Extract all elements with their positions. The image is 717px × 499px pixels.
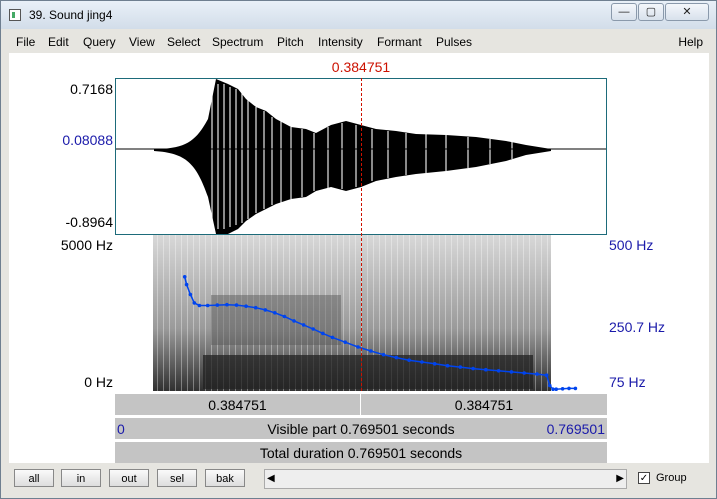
pitch-point: [301, 323, 306, 327]
pitch-point: [205, 303, 210, 308]
menu-bar: File Edit Query View Select Spectrum Pit…: [9, 33, 709, 51]
pitch-point: [560, 387, 565, 391]
menu-intensity[interactable]: Intensity: [318, 35, 363, 49]
menu-query[interactable]: Query: [83, 35, 116, 49]
pitch-point: [381, 352, 386, 357]
waveform-ymin-label: -0.8964: [65, 214, 113, 230]
pitch-point: [471, 366, 475, 371]
scroll-left-icon[interactable]: ◀: [267, 473, 275, 484]
menu-file[interactable]: File: [16, 35, 35, 49]
total-duration-bar[interactable]: Total duration 0.769501 seconds: [115, 441, 607, 463]
pitch-point: [420, 360, 424, 364]
out-button[interactable]: out: [109, 469, 149, 487]
cursor-time-label: 0.384751: [331, 59, 391, 75]
praat-sound-window: 39. Sound jing4 — ▢ ✕ File Edit Query Vi…: [0, 0, 717, 499]
pitch-point: [225, 302, 229, 307]
pitch-point: [369, 349, 373, 353]
title-bar: 39. Sound jing4 — ▢ ✕: [1, 1, 716, 29]
waveform-value-label: 0.08088: [62, 132, 113, 148]
close-button[interactable]: ✕: [665, 3, 709, 21]
app-icon: [9, 9, 21, 21]
pitch-point: [458, 365, 463, 369]
pitch-point: [394, 355, 399, 360]
pitch-point: [215, 303, 220, 307]
pitch-point: [573, 386, 578, 391]
spectrogram-fmax-label: 5000 Hz: [60, 237, 113, 253]
visible-end: 0.769501: [546, 421, 605, 437]
in-button[interactable]: in: [61, 469, 101, 487]
visible-part-bar[interactable]: 0 Visible part 0.769501 seconds 0.769501: [115, 417, 607, 439]
pitch-point: [234, 303, 239, 307]
pitch-point: [522, 371, 526, 375]
pitch-point: [407, 358, 411, 362]
pitch-point: [311, 327, 315, 331]
pitch-point: [188, 292, 193, 297]
menu-pulses[interactable]: Pulses: [436, 35, 472, 49]
pitch-point: [484, 367, 488, 372]
pitch-point: [197, 303, 202, 308]
menu-view[interactable]: View: [129, 35, 155, 49]
pitch-point: [551, 387, 555, 391]
pitch-point: [184, 282, 189, 287]
menu-help[interactable]: Help: [678, 35, 703, 49]
pitch-point: [282, 314, 287, 319]
pitch-min-label: 75 Hz: [609, 374, 646, 390]
menu-select[interactable]: Select: [167, 35, 200, 49]
pitch-point: [535, 372, 539, 376]
waveform-ymax-label: 0.7168: [70, 81, 113, 97]
pitch-point: [509, 370, 514, 374]
menu-edit[interactable]: Edit: [48, 35, 69, 49]
pitch-point: [182, 275, 187, 279]
pitch-point: [273, 311, 277, 315]
window-title: 39. Sound jing4: [29, 8, 113, 22]
pitch-point: [330, 335, 335, 340]
group-label: Group: [656, 472, 687, 484]
pitch-point: [253, 305, 258, 310]
pitch-point: [544, 373, 549, 377]
pitch-max-label: 500 Hz: [609, 237, 654, 253]
pitch-point: [244, 304, 248, 308]
pitch-point: [445, 363, 450, 368]
pitch-point: [496, 369, 501, 373]
pitch-point: [343, 340, 347, 344]
pitch-point: [554, 387, 558, 391]
selection-left-bar[interactable]: 0.384751: [115, 393, 360, 415]
pitch-point: [292, 319, 296, 323]
group-checkbox[interactable]: ✓: [638, 472, 650, 484]
restore-button[interactable]: ▢: [638, 3, 664, 21]
cursor-line: [361, 78, 362, 391]
pitch-point: [356, 345, 360, 349]
bak-button[interactable]: bak: [205, 469, 245, 487]
bottom-toolbar: all in out sel bak ◀ ▶ ✓ Group: [9, 463, 709, 493]
pitch-point: [321, 331, 325, 336]
menu-spectrum[interactable]: Spectrum: [212, 35, 263, 49]
pitch-point: [567, 386, 571, 391]
pitch-point: [263, 308, 268, 312]
spectrogram-fmin-label: 0 Hz: [84, 374, 113, 390]
visible-text: Visible part 0.769501 seconds: [267, 421, 455, 437]
menu-pitch[interactable]: Pitch: [277, 35, 304, 49]
pitch-point: [548, 383, 552, 388]
scroll-right-icon[interactable]: ▶: [616, 473, 624, 484]
selection-right-bar[interactable]: 0.384751: [361, 393, 607, 415]
minimize-button[interactable]: —: [611, 3, 637, 21]
pitch-point: [432, 362, 437, 366]
sel-button[interactable]: sel: [157, 469, 197, 487]
horizontal-scrollbar[interactable]: ◀ ▶: [264, 469, 627, 489]
all-button[interactable]: all: [14, 469, 54, 487]
menu-formant[interactable]: Formant: [377, 35, 422, 49]
pitch-mid-label: 250.7 Hz: [609, 319, 666, 335]
pitch-point: [192, 301, 197, 305]
